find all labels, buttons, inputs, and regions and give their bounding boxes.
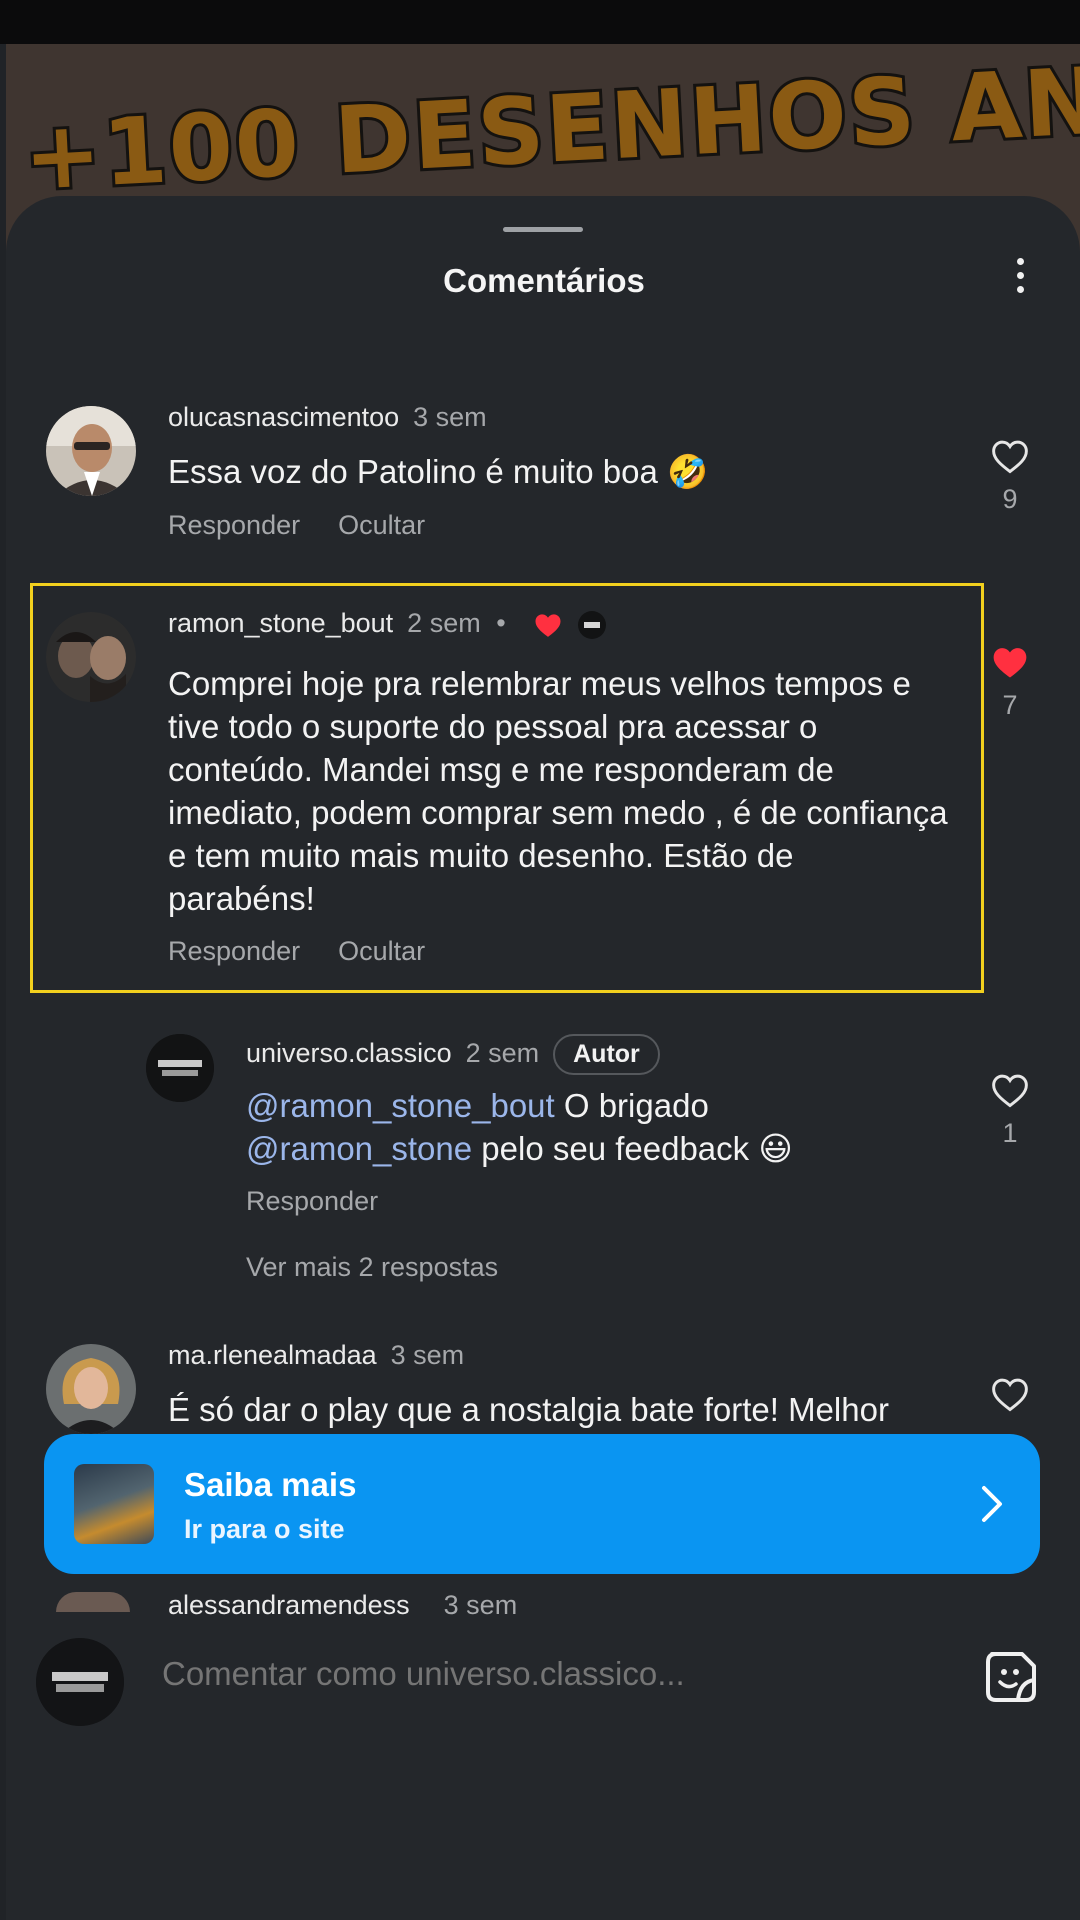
reply-button[interactable]: Responder xyxy=(168,510,300,540)
comment-username[interactable]: alessandramendess 3 sem xyxy=(168,1590,517,1621)
hide-button[interactable]: Ocultar xyxy=(338,936,425,966)
comment-username[interactable]: ramon_stone_bout 2 sem • xyxy=(168,608,607,640)
heart-icon xyxy=(992,440,1028,474)
avatar[interactable] xyxy=(146,1034,214,1102)
reply-text: @ramon_stone_bout O brigado @ramon_stone… xyxy=(246,1087,793,1167)
comment-time: 3 sem xyxy=(443,1590,518,1620)
composer-avatar xyxy=(36,1638,124,1726)
cta-subtitle: Ir para o site xyxy=(184,1514,345,1544)
comment-actions: Responder Ocultar xyxy=(168,510,463,541)
comment-text: É só dar o play que a nostalgia bate for… xyxy=(168,1391,889,1428)
like-button[interactable] xyxy=(980,1376,1040,1412)
chevron-right-icon xyxy=(982,1486,1002,1522)
comment-username[interactable]: olucasnascimentoo 3 sem xyxy=(168,402,487,433)
heart-icon xyxy=(992,1074,1028,1108)
avatar[interactable] xyxy=(46,1344,136,1434)
comment-time: 3 sem xyxy=(413,402,487,432)
comment-username[interactable]: ma.rlenealmadaa 3 sem xyxy=(168,1340,464,1371)
like-count: 9 xyxy=(1002,484,1018,514)
author-badge: Autor xyxy=(553,1034,660,1075)
banner-title: +100 DESENHOS ANTiGOS xyxy=(18,44,1080,214)
comment-actions: Responder Ocultar xyxy=(168,936,463,967)
mention-link[interactable]: @ramon_stone xyxy=(246,1130,472,1167)
like-button[interactable]: 1 xyxy=(980,1072,1040,1149)
comment-input[interactable] xyxy=(160,1654,784,1694)
comment-time: 2 sem xyxy=(407,608,481,638)
reply-button[interactable]: Responder xyxy=(168,936,300,966)
like-count: 7 xyxy=(1002,690,1018,720)
top-video-bar xyxy=(0,0,1080,44)
more-vertical-icon[interactable] xyxy=(1008,258,1032,306)
cta-title: Saiba mais xyxy=(184,1466,357,1503)
view-more-replies[interactable]: Ver mais 2 respostas xyxy=(246,1252,498,1283)
avatar[interactable] xyxy=(46,612,136,702)
reply-time: 2 sem xyxy=(465,1038,540,1068)
comment-text: Comprei hoje pra relembrar meus velhos t… xyxy=(168,665,948,917)
hide-button[interactable]: Ocultar xyxy=(338,510,425,540)
creator-avatar-icon xyxy=(577,610,606,639)
creator-liked-heart-icon xyxy=(535,614,561,637)
reply-actions: Responder xyxy=(246,1186,416,1217)
reply-button[interactable]: Responder xyxy=(246,1186,378,1216)
sticker-icon[interactable] xyxy=(982,1648,1040,1706)
like-button[interactable]: 9 xyxy=(980,438,1040,515)
comment-time: 3 sem xyxy=(390,1340,465,1370)
mention-link[interactable]: @ramon_stone_bout xyxy=(246,1087,555,1124)
heart-filled-icon xyxy=(993,648,1027,678)
like-button[interactable]: 7 xyxy=(980,644,1040,721)
like-count: 1 xyxy=(1002,1118,1018,1148)
avatar[interactable] xyxy=(56,1592,130,1612)
cta-thumbnail xyxy=(74,1464,154,1544)
heart-icon xyxy=(992,1378,1028,1412)
reply-username[interactable]: universo.classico 2 sem Autor xyxy=(246,1034,660,1075)
avatar[interactable] xyxy=(46,406,136,496)
learn-more-banner[interactable]: Saiba mais Ir para o site xyxy=(44,1434,1040,1574)
sheet-title: Comentários xyxy=(443,262,645,299)
comment-text: Essa voz do Patolino é muito boa 🤣 xyxy=(168,453,709,490)
drag-handle[interactable] xyxy=(503,227,583,232)
